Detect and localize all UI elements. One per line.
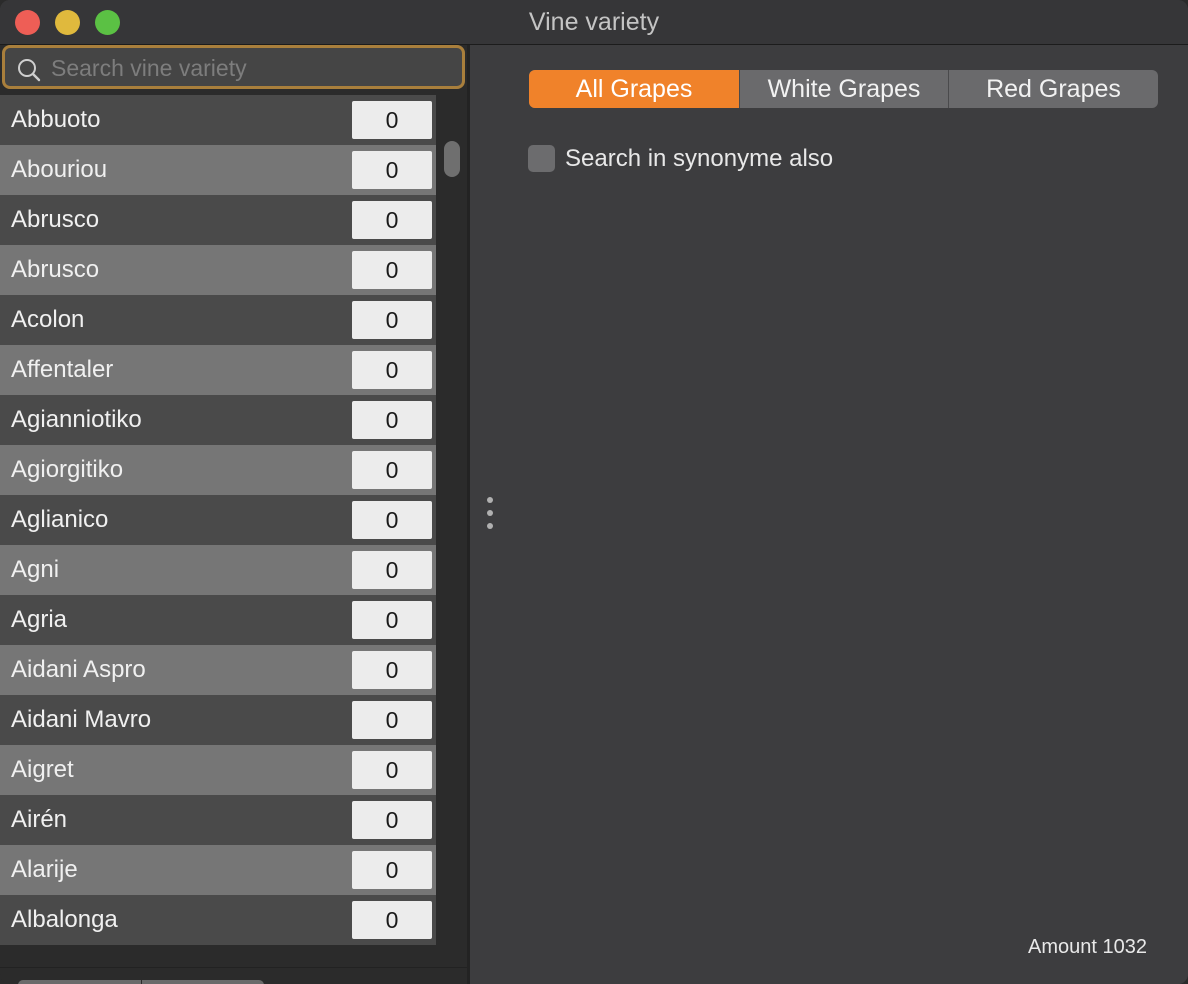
variety-name: Albalonga — [11, 906, 118, 933]
variety-name: Abouriou — [11, 156, 108, 183]
variety-name: Abbuoto — [11, 106, 101, 133]
remove-variety-button[interactable]: − — [142, 980, 264, 984]
amount-label: Amount 1032 — [1028, 936, 1147, 958]
search-synonym-label[interactable]: Search in synonyme also — [565, 143, 833, 175]
variety-name: Acolon — [11, 306, 85, 333]
scrollbar-thumb[interactable] — [444, 141, 460, 177]
list-item[interactable]: Abrusco 0 — [0, 195, 436, 245]
list-item[interactable]: Agiorgitiko 0 — [0, 445, 436, 495]
variety-count-field[interactable]: 0 — [352, 151, 432, 189]
variety-name: Agni — [11, 556, 60, 583]
variety-name: Abrusco — [11, 206, 100, 233]
list-item[interactable]: Aglianico 0 — [0, 495, 436, 545]
variety-count-field[interactable]: 0 — [352, 301, 432, 339]
search-icon — [17, 58, 41, 82]
list-action-bar: + − — [0, 967, 467, 984]
list-item[interactable]: Albalonga 0 — [0, 895, 436, 945]
variety-name: Aidani Mavro — [11, 706, 152, 733]
vertical-dots-icon[interactable] — [487, 497, 494, 536]
grape-type-filter: All Grapes White Grapes Red Grapes — [529, 70, 1158, 108]
search-synonym-checkbox[interactable] — [528, 145, 555, 172]
window-title: Vine variety — [528, 8, 660, 36]
tab-all-grapes[interactable]: All Grapes — [529, 70, 739, 108]
tab-white-grapes[interactable]: White Grapes — [740, 70, 948, 108]
variety-name: Alarije — [11, 856, 78, 883]
variety-count-field[interactable]: 0 — [352, 251, 432, 289]
variety-name: Agria — [11, 606, 68, 633]
list-item[interactable]: Affentaler 0 — [0, 345, 436, 395]
list-item[interactable]: Agianniotiko 0 — [0, 395, 436, 445]
variety-count-field[interactable]: 0 — [352, 551, 432, 589]
list-item[interactable]: Acolon 0 — [0, 295, 436, 345]
sidebar: Abbuoto 0 Abouriou 0 Abrusco 0 Abrusco 0 Acolon 0… — [0, 45, 467, 984]
variety-count-field[interactable]: 0 — [352, 801, 432, 839]
list-item[interactable]: Airén 0 — [0, 795, 436, 845]
variety-list[interactable]: Abbuoto 0 Abouriou 0 Abrusco 0 Abrusco 0 Acolon 0… — [0, 95, 436, 967]
scrollbar-track[interactable] — [437, 95, 467, 967]
variety-count-field[interactable]: 0 — [352, 751, 432, 789]
search-field[interactable] — [2, 45, 465, 89]
list-item[interactable]: Abrusco 0 — [0, 245, 436, 295]
main-panel — [470, 45, 1188, 984]
variety-name: Aglianico — [11, 506, 109, 533]
search-input[interactable] — [51, 52, 451, 84]
add-variety-button[interactable]: + — [18, 980, 141, 984]
list-item[interactable]: Abbuoto 0 — [0, 95, 436, 145]
tab-red-grapes[interactable]: Red Grapes — [949, 70, 1158, 108]
variety-count-field[interactable]: 0 — [352, 451, 432, 489]
list-item[interactable]: Alarije 0 — [0, 845, 436, 895]
title-bar[interactable]: Vine variety — [0, 0, 1188, 45]
variety-name: Affentaler — [11, 356, 114, 383]
variety-name: Agianniotiko — [11, 406, 142, 433]
variety-name: Aigret — [11, 756, 74, 783]
variety-count-field[interactable]: 0 — [352, 851, 432, 889]
variety-count-field[interactable]: 0 — [352, 601, 432, 639]
list-item[interactable]: Agni 0 — [0, 545, 436, 595]
variety-count-field[interactable]: 0 — [352, 351, 432, 389]
variety-count-field[interactable]: 0 — [352, 701, 432, 739]
variety-count-field[interactable]: 0 — [352, 401, 432, 439]
variety-count-field[interactable]: 0 — [352, 901, 432, 939]
list-item[interactable]: Aigret 0 — [0, 745, 436, 795]
list-item[interactable]: Aidani Aspro 0 — [0, 645, 436, 695]
list-item[interactable]: Aidani Mavro 0 — [0, 695, 436, 745]
variety-count-field[interactable]: 0 — [352, 201, 432, 239]
variety-name: Agiorgitiko — [11, 456, 124, 483]
list-item[interactable]: Agria 0 — [0, 595, 436, 645]
variety-count-field[interactable]: 0 — [352, 651, 432, 689]
variety-count-field[interactable]: 0 — [352, 501, 432, 539]
variety-name: Aidani Aspro — [11, 656, 146, 683]
vine-variety-window: Vine variety Abbuoto0Abouriou0Abrusco0Ab… — [0, 0, 1188, 984]
list-item[interactable]: Abouriou 0 — [0, 145, 436, 195]
variety-count-field[interactable]: 0 — [352, 101, 432, 139]
variety-name: Abrusco — [11, 256, 100, 283]
variety-name: Airén — [11, 806, 68, 833]
